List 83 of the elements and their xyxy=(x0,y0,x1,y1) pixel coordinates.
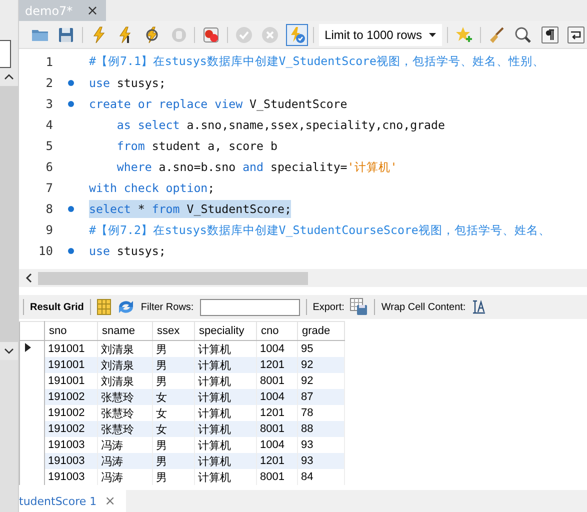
code-line: use stusys; xyxy=(89,74,166,92)
table-cell: 张慧玲 xyxy=(98,389,152,405)
panel-frame xyxy=(0,40,11,68)
code-line: create or replace view V_StudentScore xyxy=(89,96,348,113)
limit-dropdown[interactable]: Limit to 1000 rows xyxy=(318,24,442,46)
table-cell: 1201 xyxy=(256,357,298,373)
table-cell: 8001 xyxy=(256,469,298,485)
column-header[interactable]: ssex xyxy=(152,322,194,340)
line-number: 5 xyxy=(44,138,53,153)
table-cell: 191001 xyxy=(44,357,98,373)
line-number: 2 xyxy=(44,76,53,90)
table-cell: 计算机 xyxy=(194,421,256,437)
code-line: as select a.sno,sname,ssex,speciality,cno,grade xyxy=(116,116,445,134)
line-number: 9 xyxy=(44,223,53,238)
table-cell: 8001 xyxy=(256,421,298,437)
column-header[interactable]: cno xyxy=(256,322,298,340)
code-line: from student a, score b xyxy=(116,138,278,155)
code-line: #【例7.1】在stusys数据库中创建V_StudentScore视图，包括学号、姓名、性别、 xyxy=(89,53,545,70)
column-header[interactable]: speciality xyxy=(194,322,256,340)
close-icon[interactable]: × xyxy=(104,494,116,508)
statement-dot-icon xyxy=(68,206,74,212)
wrap-icon[interactable] xyxy=(566,24,587,46)
result-grid-tab[interactable]: Result Grid xyxy=(30,302,84,312)
close-icon[interactable]: × xyxy=(86,2,98,18)
table-cell: 计算机 xyxy=(194,453,256,469)
line-number: 6 xyxy=(44,160,53,174)
table-cell: 冯涛 xyxy=(98,469,152,485)
table-cell: 女 xyxy=(152,421,194,437)
line-number: 10 xyxy=(38,244,53,258)
column-header[interactable]: grade xyxy=(298,322,344,340)
table-cell: 男 xyxy=(152,469,194,485)
table-cell: 92 xyxy=(298,357,344,373)
caret-icon[interactable] xyxy=(429,32,436,36)
table-cell: 93 xyxy=(298,453,344,469)
table-cell: 计算机 xyxy=(194,389,256,405)
table-cell: 刘清泉 xyxy=(98,357,152,373)
result-tab[interactable]: tudentScore 1 × xyxy=(19,490,126,512)
scroll-left-icon[interactable] xyxy=(25,273,32,283)
table-cell: 1004 xyxy=(256,389,298,405)
table-cell: 冯涛 xyxy=(98,453,152,469)
table-cell: 女 xyxy=(152,389,194,405)
pilcrow-icon[interactable] xyxy=(538,24,561,46)
line-number: 7 xyxy=(44,181,53,196)
editor-tab[interactable]: demo7* × xyxy=(19,0,106,21)
chevron-down-icon[interactable] xyxy=(4,348,14,354)
export-label: Export: xyxy=(312,302,344,312)
line-number: 3 xyxy=(44,96,53,111)
chevron-up-icon[interactable] xyxy=(4,74,14,80)
code-line: with check option; xyxy=(89,180,215,198)
table-cell: 计算机 xyxy=(194,357,256,373)
lightning-check-icon[interactable] xyxy=(286,24,308,46)
line-number: 4 xyxy=(44,118,53,132)
table-cell: 男 xyxy=(152,453,194,469)
line-number: 8 xyxy=(44,202,53,216)
line-number: 1 xyxy=(44,54,53,69)
column-header[interactable]: sno xyxy=(44,322,98,340)
horizontal-scrollbar[interactable] xyxy=(19,269,587,287)
filter-rows-field[interactable] xyxy=(200,298,300,316)
table-cell: 191003 xyxy=(44,453,98,469)
table-cell: 1201 xyxy=(256,453,298,469)
code-line: use stusys; xyxy=(89,243,166,260)
export-icon[interactable] xyxy=(350,298,368,316)
statement-dot-icon xyxy=(68,248,74,254)
statement-dot-icon xyxy=(68,100,74,107)
wrap-label: Wrap Cell Content: xyxy=(381,302,466,312)
wrap-cell-icon[interactable] xyxy=(472,300,486,314)
statement-dot-icon xyxy=(68,80,74,86)
code-line: where a.sno=b.sno and speciality='计算机' xyxy=(116,158,398,176)
table-cell: 87 xyxy=(298,389,344,405)
table-cell: 191002 xyxy=(44,389,98,405)
column-header[interactable]: sname xyxy=(98,322,152,340)
table-cell: 张慧玲 xyxy=(98,421,152,437)
table-cell: 84 xyxy=(298,469,344,485)
table-cell: 191002 xyxy=(44,421,98,437)
refresh-icon[interactable] xyxy=(116,299,135,315)
table-cell: 男 xyxy=(152,357,194,373)
code-line: #【例7.2】在stusys数据库中创建V_StudentCourseScore视图，包括学号、姓名、 xyxy=(89,222,550,239)
table-cell: 191003 xyxy=(44,469,98,485)
table-cell: 计算机 xyxy=(194,469,256,485)
grid-icon[interactable] xyxy=(96,299,111,315)
table-cell: 88 xyxy=(298,421,344,437)
filter-label: Filter Rows: xyxy=(140,302,194,312)
current-row-icon xyxy=(25,343,31,352)
